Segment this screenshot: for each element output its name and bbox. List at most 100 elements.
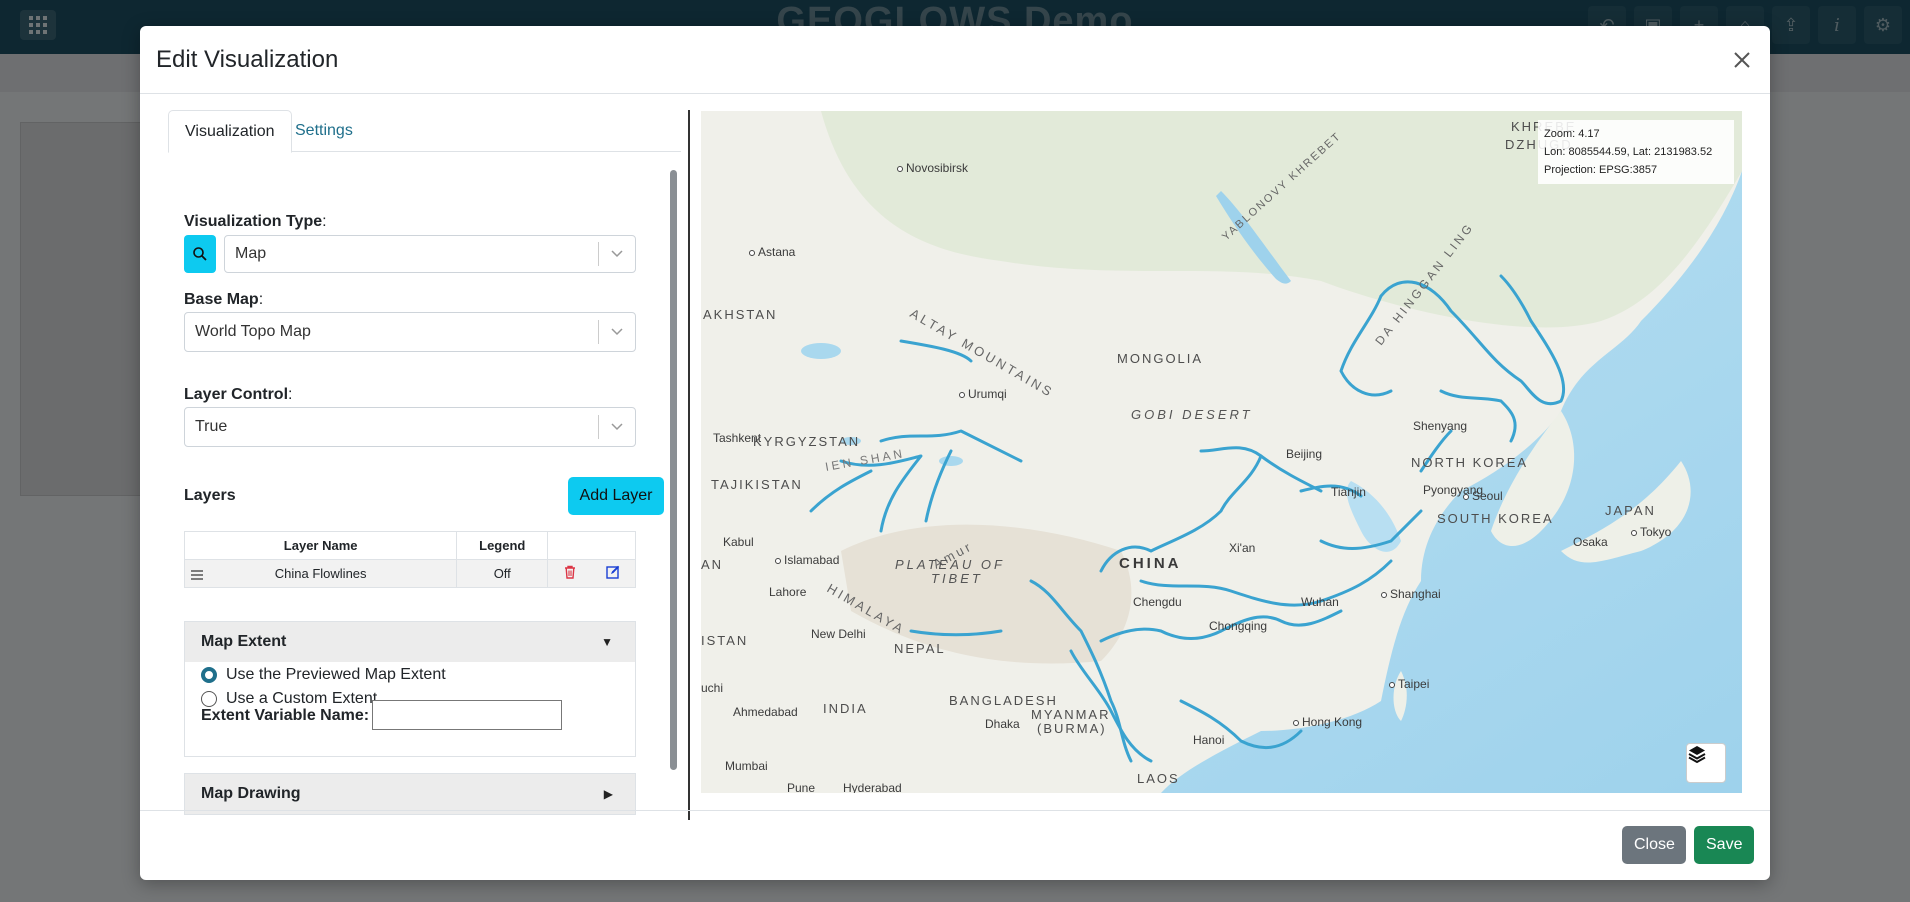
trash-icon bbox=[564, 565, 575, 579]
caret-right-icon: ▶ bbox=[603, 787, 613, 801]
search-button[interactable] bbox=[184, 235, 216, 273]
city-dot-icon bbox=[1631, 530, 1637, 536]
place-uchi: uchi bbox=[701, 681, 724, 695]
city-dot-icon bbox=[1389, 682, 1395, 688]
caret-down-icon: ▼ bbox=[601, 635, 613, 649]
place-dhaka: Dhaka bbox=[985, 717, 1020, 731]
place-china: CHINA bbox=[1119, 555, 1182, 572]
place-burma: (BURMA) bbox=[1037, 721, 1107, 736]
table-row: China Flowlines Off bbox=[183, 559, 636, 588]
radio-on-icon bbox=[201, 667, 217, 683]
place-shanghai: Shanghai bbox=[1381, 587, 1441, 601]
city-dot-icon bbox=[1463, 494, 1469, 500]
place-mongolia: MONGOLIA bbox=[1117, 351, 1204, 366]
map-preview[interactable]: ALTAY MOUNTAINS YABLONOVY KHREBET DA HIN… bbox=[701, 111, 1742, 793]
place-pune: Pune bbox=[787, 781, 816, 793]
lonlat-readout: Lon: 8085544.59, Lat: 2131983.52 bbox=[1544, 146, 1713, 158]
place-north-korea: NORTH KOREA bbox=[1411, 455, 1529, 470]
save-button[interactable]: Save bbox=[1694, 826, 1754, 864]
place-wuhan: Wuhan bbox=[1301, 595, 1339, 609]
city-dot-icon bbox=[749, 250, 755, 256]
layers-table: Layer Name Legend China Flowlines Off bbox=[183, 531, 636, 588]
extent-variable-input[interactable] bbox=[372, 700, 562, 730]
layers-icon bbox=[1688, 746, 1706, 764]
place-kyrgyzstan: KYRGYZSTAN bbox=[753, 434, 861, 449]
chevron-down-icon bbox=[599, 328, 635, 336]
place-ahmedabad: Ahmedabad bbox=[733, 705, 798, 719]
map-extent-section: Map Extent ▼ bbox=[184, 621, 636, 757]
visualization-type-value: Map bbox=[235, 245, 267, 262]
place-tokyo: Tokyo bbox=[1631, 525, 1671, 539]
close-button[interactable]: Close bbox=[1622, 826, 1686, 864]
close-icon bbox=[1734, 52, 1750, 68]
place-hyderabad: Hyderabad bbox=[843, 781, 902, 793]
place-shenyang: Shenyang bbox=[1413, 419, 1468, 433]
map-extent-header[interactable]: Map Extent ▼ bbox=[185, 622, 635, 662]
chevron-down-icon bbox=[599, 250, 635, 258]
radio-custom-label: Use a Custom Extent bbox=[226, 690, 378, 707]
place-astana: Astana bbox=[749, 245, 795, 259]
place-tajikistan: TAJIKISTAN bbox=[711, 477, 803, 492]
layer-name-cell: China Flowlines bbox=[183, 559, 458, 588]
place-gobi: GOBI DESERT bbox=[1131, 407, 1253, 422]
layer-control-select[interactable]: True bbox=[184, 407, 636, 447]
place-myanmar: MYANMAR bbox=[1031, 707, 1111, 722]
column-header-layer-name: Layer Name bbox=[183, 531, 458, 560]
city-dot-icon bbox=[775, 558, 781, 564]
place-taipei: Taipei bbox=[1389, 677, 1429, 691]
place-south-korea: SOUTH KOREA bbox=[1437, 511, 1554, 526]
drag-handle-icon[interactable] bbox=[191, 568, 203, 583]
map-canvas: ALTAY MOUNTAINS YABLONOVY KHREBET DA HIN… bbox=[701, 111, 1742, 793]
zoom-readout: Zoom: 4.17 bbox=[1544, 128, 1600, 140]
layers-table-header: Layer Name Legend bbox=[183, 531, 636, 560]
chevron-down-icon bbox=[599, 423, 635, 431]
modal-header: Edit Visualization bbox=[140, 26, 1770, 94]
add-layer-button[interactable]: Add Layer bbox=[568, 477, 664, 515]
place-xian: Xi'an bbox=[1229, 541, 1256, 555]
column-header-legend: Legend bbox=[456, 531, 549, 560]
place-kazakhstan: AKHSTAN bbox=[703, 307, 778, 322]
layers-heading: Layers bbox=[184, 487, 236, 504]
delete-layer-button[interactable] bbox=[547, 559, 592, 588]
radio-off-icon bbox=[201, 691, 217, 707]
layer-name: China Flowlines bbox=[274, 566, 367, 581]
visualization-type-select[interactable]: Map bbox=[224, 235, 636, 273]
layer-switcher-button[interactable] bbox=[1686, 743, 1726, 783]
modal-close-button[interactable] bbox=[1726, 44, 1758, 76]
place-beijing: Beijing bbox=[1286, 447, 1323, 461]
city-dot-icon bbox=[959, 392, 965, 398]
place-mumbai: Mumbai bbox=[725, 759, 768, 773]
tab-settings[interactable]: Settings bbox=[279, 110, 369, 152]
map-drawing-header[interactable]: Map Drawing ▶ bbox=[185, 774, 635, 814]
place-india: INDIA bbox=[823, 701, 868, 716]
map-drawing-title: Map Drawing bbox=[201, 785, 301, 802]
place-an: AN bbox=[701, 557, 724, 572]
layer-control-label: Layer Control: bbox=[184, 386, 293, 403]
place-japan: JAPAN bbox=[1605, 503, 1656, 518]
radio-previewed-label: Use the Previewed Map Extent bbox=[226, 666, 446, 683]
panel-divider bbox=[688, 110, 690, 820]
place-chengdu: Chengdu bbox=[1133, 595, 1182, 609]
place-novosibirsk: Novosibirsk bbox=[897, 161, 968, 175]
base-map-select[interactable]: World Topo Map bbox=[184, 312, 636, 352]
layer-legend: Off bbox=[456, 559, 549, 588]
place-laos: LAOS bbox=[1137, 771, 1180, 786]
tab-visualization[interactable]: Visualization bbox=[168, 110, 292, 153]
edit-layer-button[interactable] bbox=[591, 559, 636, 588]
map-coordinate-readout: Zoom: 4.17 Lon: 8085544.59, Lat: 2131983… bbox=[1538, 120, 1734, 184]
place-nepal: NEPAL bbox=[894, 641, 946, 656]
extent-variable-label: Extent Variable Name: bbox=[201, 707, 370, 724]
search-icon bbox=[193, 247, 207, 261]
place-kabul: Kabul bbox=[723, 535, 754, 549]
place-plateau: PLATEAU OF bbox=[895, 557, 1005, 572]
layer-control-value: True bbox=[195, 418, 228, 435]
place-chongqing: Chongqing bbox=[1209, 619, 1268, 633]
city-dot-icon bbox=[1293, 720, 1299, 726]
radio-previewed-extent[interactable]: Use the Previewed Map Extent bbox=[201, 666, 446, 684]
map-drawing-section: Map Drawing ▶ bbox=[184, 773, 636, 815]
place-lahore: Lahore bbox=[769, 585, 807, 599]
tab-bar: Visualization Settings bbox=[168, 110, 681, 153]
edit-icon bbox=[606, 565, 620, 579]
place-istan: ISTAN bbox=[701, 633, 749, 648]
radio-custom-extent[interactable]: Use a Custom Extent bbox=[201, 690, 377, 708]
